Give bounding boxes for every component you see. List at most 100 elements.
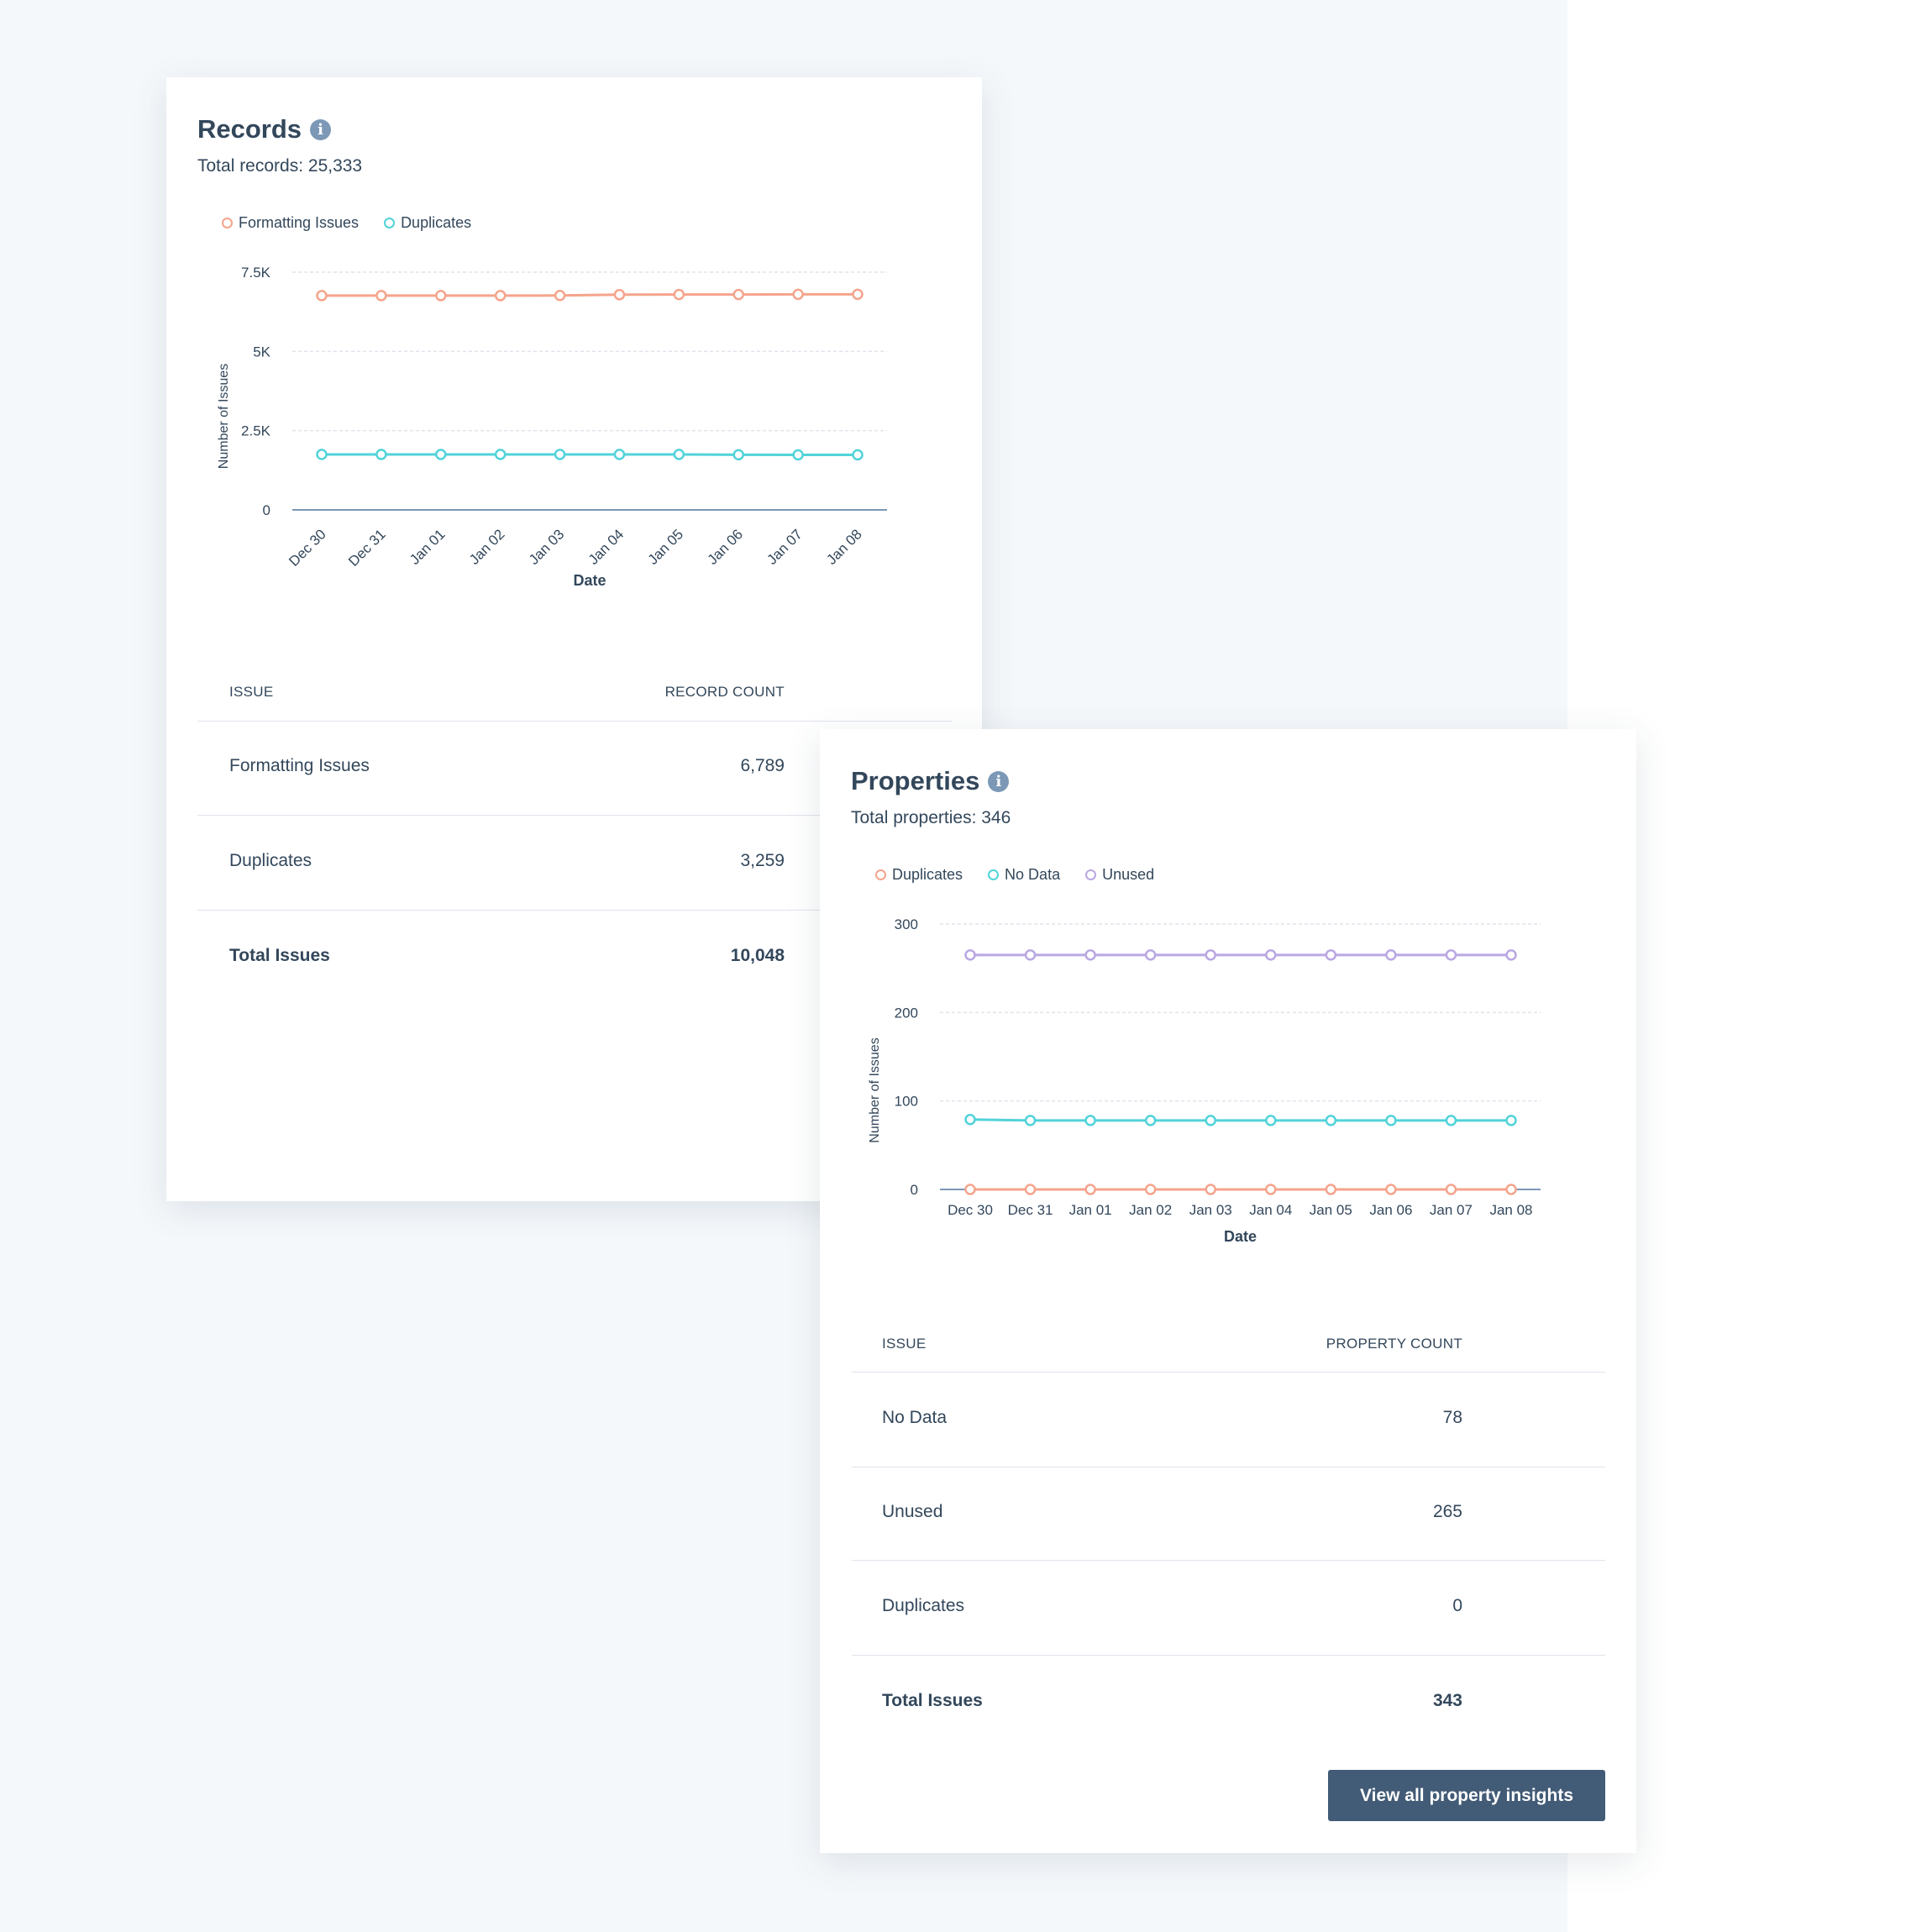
x-tick-label: Jan 06	[705, 526, 747, 568]
data-point	[1084, 1184, 1096, 1195]
properties-chart: 0 100 200 300 Number of Issues Dec 30 Dec 31 Ja…	[868, 916, 1541, 1245]
x-tick-label: Jan 01	[1069, 1202, 1112, 1218]
total-issues-count: 343	[1432, 1691, 1462, 1710]
table-row-issue: No Data	[882, 1408, 948, 1427]
data-point	[1144, 1115, 1157, 1126]
table-row-count: 265	[1432, 1502, 1462, 1521]
table-row-count: 78	[1442, 1408, 1462, 1427]
data-point	[1265, 1115, 1277, 1126]
x-tick-label: Jan 07	[1430, 1202, 1473, 1218]
data-point	[732, 449, 744, 461]
table-header-count: Record Count	[664, 684, 785, 700]
data-point	[1445, 1184, 1457, 1195]
data-point	[852, 288, 864, 301]
x-tick-label: Jan 05	[1310, 1202, 1352, 1218]
data-point	[316, 290, 328, 302]
divider	[197, 721, 953, 722]
data-point	[1084, 949, 1096, 961]
x-tick-label: Jan 08	[823, 526, 865, 568]
data-point	[1325, 1115, 1337, 1126]
table-row-count: 0	[1452, 1596, 1462, 1615]
properties-card: Properties i Total properties: 346 Dupli…	[820, 729, 1636, 1853]
data-point	[1024, 1184, 1037, 1195]
data-point	[435, 449, 447, 460]
data-point	[792, 288, 804, 301]
x-tick-label: Jan 02	[1129, 1202, 1172, 1218]
data-point	[792, 449, 804, 461]
table-header-count: Property Count	[1326, 1336, 1462, 1352]
data-point	[554, 449, 566, 460]
data-point	[1505, 1184, 1517, 1195]
table-row-issue: Duplicates	[229, 851, 312, 870]
data-point	[1325, 1184, 1337, 1195]
data-point	[1024, 1115, 1037, 1126]
data-point	[1205, 1115, 1216, 1126]
total-issues-count: 10,048	[730, 946, 785, 965]
x-tick-label: Dec 31	[1008, 1202, 1053, 1218]
data-point	[494, 449, 507, 460]
y-tick-label: 5K	[253, 344, 270, 360]
data-point	[1024, 949, 1037, 961]
series-line	[322, 292, 858, 297]
table-row-count: 3,259	[740, 851, 785, 870]
table-header-issue: Issue	[229, 684, 274, 700]
x-tick-label: Jan 07	[764, 526, 806, 568]
total-issues-label: Total Issues	[229, 946, 330, 965]
data-point	[1385, 1115, 1397, 1126]
x-tick-label: Jan 02	[466, 526, 508, 568]
data-point	[1205, 1184, 1216, 1195]
table-row-issue: Unused	[882, 1502, 943, 1521]
table-row-issue: Formatting Issues	[229, 756, 370, 775]
x-tick-label: Jan 04	[585, 526, 627, 568]
data-point	[494, 290, 507, 302]
data-point	[964, 1184, 976, 1195]
y-tick-label: 0	[263, 502, 270, 518]
data-point	[1144, 1184, 1157, 1195]
data-point	[316, 449, 328, 460]
data-point	[375, 290, 387, 302]
data-point	[1084, 1115, 1096, 1126]
data-point	[1325, 949, 1337, 961]
y-tick-label: 2.5K	[241, 423, 271, 439]
data-point	[554, 289, 566, 302]
data-point	[852, 449, 864, 461]
x-axis-label: Date	[573, 572, 606, 589]
data-point	[1505, 1115, 1517, 1126]
data-point	[1265, 949, 1277, 961]
data-point	[1385, 1184, 1397, 1195]
divider	[852, 1372, 1605, 1373]
records-chart: 0 2.5K 5K 7.5K Number of Issues Dec 30 Dec 31 J…	[217, 265, 887, 589]
data-point	[375, 449, 387, 460]
table-header-issue: Issue	[882, 1336, 927, 1352]
x-tick-label: Dec 30	[286, 526, 329, 570]
data-point	[613, 289, 626, 301]
data-point	[1144, 949, 1157, 961]
x-tick-label: Jan 03	[526, 526, 568, 568]
divider	[852, 1560, 1605, 1561]
data-point	[435, 290, 447, 302]
series-line	[322, 453, 858, 457]
x-tick-label: Jan 01	[407, 526, 449, 568]
data-point	[1505, 949, 1517, 961]
y-tick-label: 7.5K	[241, 265, 271, 281]
y-axis-label: Number of Issues	[868, 1037, 882, 1142]
data-point	[673, 449, 685, 460]
view-all-property-insights-button[interactable]: View all property insights	[1328, 1770, 1605, 1821]
data-point	[1265, 1184, 1277, 1195]
y-tick-label: 200	[895, 1005, 918, 1021]
x-tick-label: Dec 31	[345, 526, 389, 570]
x-axis-label: Date	[1224, 1228, 1257, 1245]
x-tick-label: Jan 05	[645, 526, 687, 568]
x-tick-label: Jan 04	[1249, 1202, 1292, 1218]
y-tick-label: 0	[911, 1182, 918, 1198]
data-point	[964, 1114, 976, 1126]
x-tick-label: Dec 30	[948, 1202, 993, 1218]
data-point	[1385, 949, 1397, 961]
divider	[852, 1655, 1605, 1656]
y-tick-label: 300	[895, 916, 918, 932]
x-tick-label: Jan 03	[1189, 1202, 1232, 1218]
series-line	[969, 1118, 1511, 1122]
data-point	[1445, 949, 1457, 961]
x-tick-label: Jan 06	[1369, 1202, 1412, 1218]
x-tick-label: Jan 08	[1489, 1202, 1532, 1218]
